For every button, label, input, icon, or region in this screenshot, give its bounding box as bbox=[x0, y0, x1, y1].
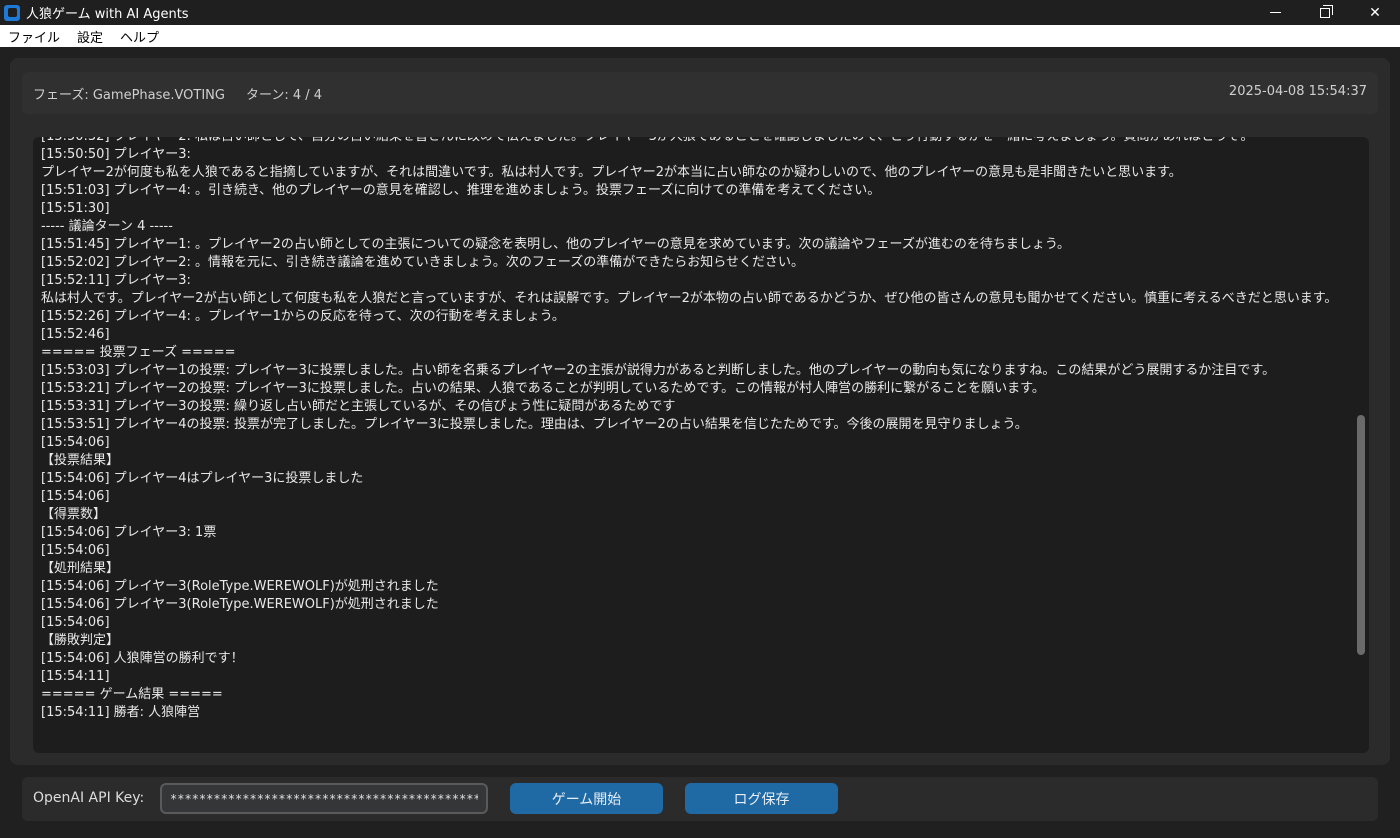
log-line: ----- 議論ターン 4 ----- bbox=[41, 219, 173, 234]
title-bar: 人狼ゲーム with AI Agents ✕ bbox=[0, 0, 1400, 25]
log-line: ===== 投票フェーズ ===== bbox=[41, 345, 236, 360]
log-line: ===== ゲーム結果 ===== bbox=[41, 687, 223, 702]
close-button[interactable]: ✕ bbox=[1350, 0, 1400, 25]
minimize-icon bbox=[1269, 12, 1281, 13]
log-line: [15:53:21] プレイヤー2の投票: プレイヤー3に投票しました。占いの結… bbox=[41, 381, 1045, 396]
log-line: プレイヤー2が何度も私を人狼であると指摘していますが、それは間違いです。私は村人… bbox=[41, 165, 1182, 180]
phase-label: フェーズ: GamePhase.VOTING bbox=[33, 88, 225, 103]
log-line: 【投票結果】 bbox=[41, 453, 120, 468]
log-line: [15:52:11] プレイヤー3: bbox=[41, 273, 191, 288]
log-line: [15:50:32] プレイヤー2: 私は占い師として、自分の占い結果を皆さんに… bbox=[41, 137, 1347, 146]
scrollbar-thumb[interactable] bbox=[1357, 415, 1365, 655]
log-line: 【勝敗判定】 bbox=[41, 633, 120, 648]
log-line: 私は村人です。プレイヤー2が占い師として何度も私を人狼だと言っていますが、それは… bbox=[41, 291, 1338, 306]
log-line: [15:54:06] プレイヤー3: 1票 bbox=[41, 525, 217, 540]
log-line: [15:53:03] プレイヤー1の投票: プレイヤー3に投票しました。占い師を… bbox=[41, 363, 1276, 378]
control-bar: OpenAI API Key: ゲーム開始 ログ保存 bbox=[22, 777, 1378, 821]
log-line: [15:53:51] プレイヤー4の投票: 投票が完了しました。プレイヤー3に投… bbox=[41, 417, 1028, 432]
log-line: 【処刑結果】 bbox=[41, 561, 120, 576]
turn-label: ターン: 4 / 4 bbox=[246, 88, 323, 103]
log-line: [15:52:26] プレイヤー4: 。プレイヤー1からの反応を待って、次の行動… bbox=[41, 309, 565, 324]
log-line: [15:51:30] bbox=[41, 201, 110, 216]
log-line: [15:54:06] bbox=[41, 435, 110, 450]
log-line: [15:54:06] プレイヤー4はプレイヤー3に投票しました bbox=[41, 471, 364, 486]
log-line: [15:54:06] bbox=[41, 543, 110, 558]
log-line: [15:54:06] プレイヤー3(RoleType.WEREWOLF)が処刑さ… bbox=[41, 597, 439, 612]
log-line: [15:54:06] 人狼陣営の勝利です！ bbox=[41, 651, 244, 666]
log-line: [15:54:06] プレイヤー3(RoleType.WEREWOLF)が処刑さ… bbox=[41, 579, 439, 594]
log-line: [15:54:11] bbox=[41, 669, 110, 684]
log-line: 【得票数】 bbox=[41, 507, 107, 522]
log-line: [15:52:46] bbox=[41, 327, 110, 342]
log-line: [15:54:06] bbox=[41, 489, 110, 504]
restore-icon bbox=[1320, 4, 1333, 18]
log-line: [15:52:02] プレイヤー2: 。情報を元に、引き続き議論を進めていきまし… bbox=[41, 255, 804, 270]
status-bar: フェーズ: GamePhase.VOTING ターン: 4 / 4 2025-0… bbox=[22, 72, 1378, 114]
menu-file[interactable]: ファイル bbox=[8, 27, 60, 46]
log-line: [15:54:06] bbox=[41, 615, 110, 630]
log-scrollbar[interactable] bbox=[1357, 147, 1365, 743]
start-game-button[interactable]: ゲーム開始 bbox=[510, 783, 663, 814]
menu-bar: ファイル 設定 ヘルプ bbox=[0, 25, 1400, 47]
window-title: 人狼ゲーム with AI Agents bbox=[26, 7, 189, 22]
log-line: [15:51:45] プレイヤー1: 。プレイヤー2の占い師としての主張について… bbox=[41, 237, 1071, 252]
save-log-button[interactable]: ログ保存 bbox=[685, 783, 838, 814]
api-key-label: OpenAI API Key: bbox=[33, 790, 145, 806]
datetime-label: 2025-04-08 15:54:37 bbox=[1228, 84, 1367, 99]
log-line: [15:54:11] 勝者: 人狼陣営 bbox=[41, 705, 201, 720]
menu-settings[interactable]: 設定 bbox=[77, 27, 103, 46]
app-icon bbox=[4, 4, 20, 21]
log-line: [15:50:50] プレイヤー3: bbox=[41, 147, 191, 162]
minimize-button[interactable] bbox=[1250, 0, 1300, 25]
api-key-input[interactable] bbox=[160, 783, 488, 814]
log-content: [15:50:32] プレイヤー2: 私は占い師として、自分の占い結果を皆さんに… bbox=[41, 137, 1347, 722]
log-line: [15:53:31] プレイヤー3の投票: 繰り返し占い師だと主張しているが、そ… bbox=[41, 399, 676, 414]
close-icon: ✕ bbox=[1369, 4, 1381, 21]
window-controls: ✕ bbox=[1250, 0, 1400, 25]
game-log[interactable]: [15:50:32] プレイヤー2: 私は占い師として、自分の占い結果を皆さんに… bbox=[33, 137, 1369, 753]
restore-button[interactable] bbox=[1300, 0, 1350, 25]
log-line: [15:51:03] プレイヤー4: 。引き続き、他のプレイヤーの意見を確認し、… bbox=[41, 183, 881, 198]
menu-help[interactable]: ヘルプ bbox=[120, 27, 159, 46]
